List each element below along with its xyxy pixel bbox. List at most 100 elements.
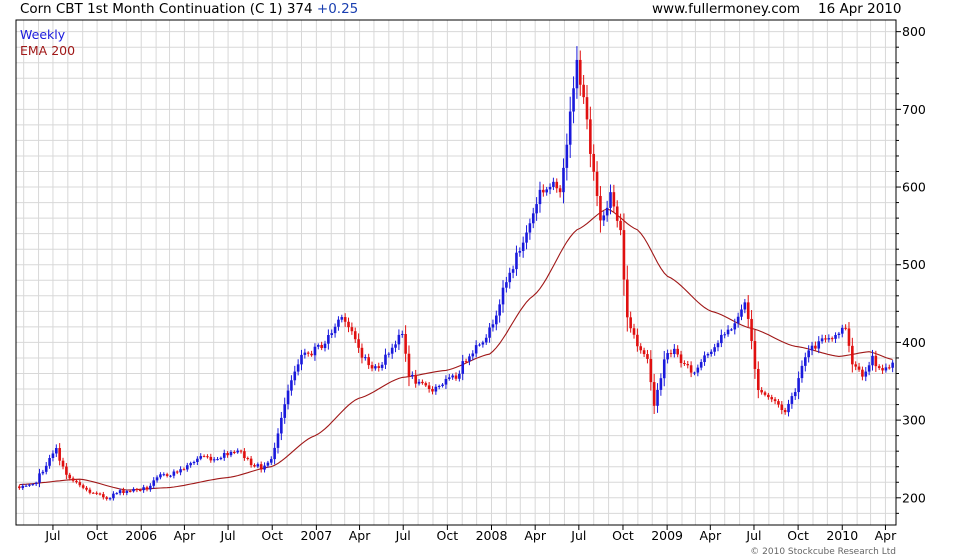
candle (340, 314, 344, 323)
candle-body (18, 486, 21, 489)
y-tick-label: 700 (902, 102, 926, 117)
candle-body (703, 355, 706, 363)
candle-body (733, 323, 737, 330)
candle-body (770, 397, 774, 400)
candle-body (44, 465, 48, 472)
candle-body (31, 484, 35, 486)
candle-body (817, 341, 821, 349)
candle (834, 332, 837, 344)
candle-body (867, 365, 871, 372)
candle-body (619, 220, 622, 231)
candle-body (81, 485, 85, 488)
candle (508, 267, 512, 289)
candle-body (246, 458, 250, 460)
candle-body (636, 334, 639, 347)
candle (716, 340, 720, 352)
candle-body (192, 461, 196, 464)
candle-body (65, 466, 68, 475)
candle (552, 177, 555, 191)
candle-body (871, 355, 874, 366)
candle-series (18, 46, 894, 501)
candle-body (686, 364, 690, 366)
candle (159, 472, 162, 480)
legend-weekly: Weekly (20, 27, 66, 42)
x-axis: Jul Oct 2006 Apr Jul Oct 2007 Apr Jul Oct 2008 Apr J… (44, 525, 897, 543)
candle-body (407, 353, 411, 377)
candle (827, 334, 831, 343)
candle (85, 486, 88, 492)
candle-body (91, 492, 95, 494)
candle-body (673, 348, 676, 355)
candle (706, 352, 710, 358)
candle-body (767, 394, 770, 398)
candle-body (756, 368, 760, 391)
candle-body (736, 316, 740, 324)
ema-200-line (19, 208, 893, 491)
candle-body (293, 371, 297, 381)
candle (787, 399, 790, 417)
plot-frame (15, 19, 897, 526)
candle-body (179, 469, 182, 473)
candle (703, 351, 706, 366)
candle-body (280, 417, 283, 434)
candle-body (891, 362, 894, 368)
candle (377, 362, 381, 372)
candle (481, 340, 485, 348)
candle (55, 444, 58, 457)
candle-body (212, 459, 216, 461)
candle-body (48, 458, 51, 466)
candle-body (451, 375, 454, 378)
candle-body (404, 334, 407, 354)
candle-body (444, 378, 448, 385)
candle-body (337, 319, 340, 327)
candle (320, 341, 323, 351)
candle-body (253, 465, 256, 467)
candle (793, 388, 797, 400)
x-tick-label: 2007 (300, 528, 332, 543)
candle (689, 361, 693, 378)
candle (891, 360, 894, 373)
candle-body (484, 337, 488, 343)
candle-body (85, 487, 88, 490)
candle (488, 322, 491, 343)
candle (780, 401, 784, 415)
candle-body (189, 463, 192, 466)
candle-body (726, 329, 730, 335)
candle-body (145, 487, 149, 490)
candle (175, 470, 179, 475)
candle (629, 311, 632, 333)
candle-body (377, 366, 381, 368)
candle-body (162, 474, 166, 476)
candle-body (491, 324, 495, 328)
candle-body (327, 335, 330, 344)
candle (756, 361, 760, 399)
candle-body (854, 364, 857, 367)
candle-body (105, 497, 108, 499)
candle (538, 181, 542, 213)
candle (777, 398, 780, 408)
candle (367, 353, 370, 369)
x-tick-label: Apr (174, 528, 196, 543)
candle-body (68, 474, 72, 479)
candle (642, 347, 646, 358)
candle (44, 462, 48, 475)
candle-body (844, 327, 847, 329)
candle (521, 236, 525, 258)
candle-body (676, 348, 679, 355)
candle-body (441, 384, 444, 387)
candle-body (830, 338, 834, 340)
candle (861, 366, 864, 381)
candle-body (834, 334, 837, 339)
candle-body (656, 389, 659, 406)
candle (246, 456, 250, 461)
candle-body (515, 252, 518, 270)
candle-body (810, 345, 814, 351)
candle-body (787, 403, 790, 413)
candle-body (505, 282, 508, 288)
candle (837, 331, 841, 339)
candle (192, 460, 196, 465)
candle-body (226, 452, 229, 456)
candle-body (696, 367, 700, 373)
candle (723, 332, 727, 339)
candle (165, 472, 169, 478)
